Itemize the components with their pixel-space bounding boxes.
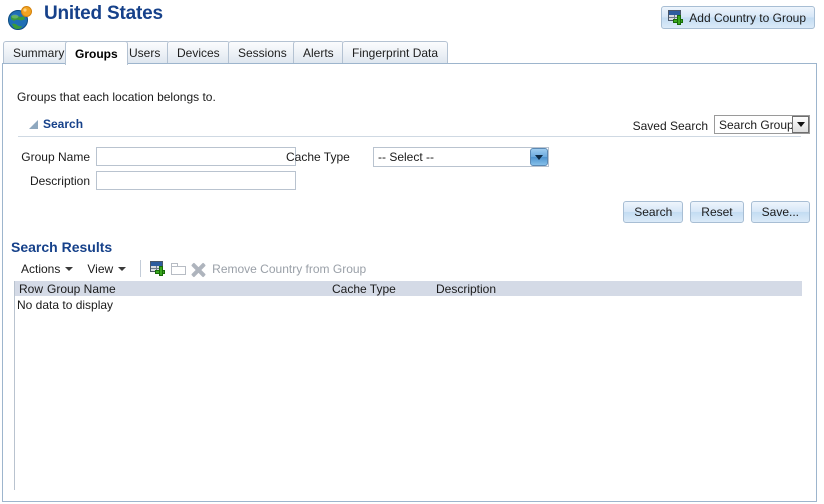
- saved-search-label: Saved Search: [632, 119, 708, 133]
- tab-fingerprint-data-label: Fingerprint Data: [352, 46, 439, 60]
- view-menu[interactable]: View: [80, 259, 133, 279]
- add-country-to-group-toolbar-button[interactable]: [148, 259, 168, 278]
- tab-fingerprint-data[interactable]: Fingerprint Data: [342, 41, 449, 64]
- add-window-plus-icon: [668, 10, 684, 25]
- cache-type-label: Cache Type: [286, 150, 350, 164]
- tab-sessions[interactable]: Sessions: [228, 41, 297, 64]
- actions-menu-label: Actions: [21, 261, 61, 276]
- chevron-down-icon[interactable]: [792, 116, 809, 133]
- empty-message: No data to display: [17, 298, 114, 312]
- description-label: Description: [29, 174, 90, 188]
- search-section-label: Search: [43, 117, 84, 131]
- add-country-to-group-button[interactable]: Add Country to Group: [661, 6, 815, 29]
- chevron-down-icon[interactable]: [530, 148, 548, 166]
- save-button[interactable]: Save...: [750, 201, 810, 223]
- saved-search-value: Search Groups: [719, 117, 792, 132]
- reset-button[interactable]: Reset: [690, 201, 744, 223]
- remove-x-icon: [191, 262, 207, 277]
- tab-alerts[interactable]: Alerts: [293, 41, 344, 64]
- cache-type-select[interactable]: -- Select --: [373, 147, 549, 167]
- column-header-description: Description: [436, 282, 497, 296]
- search-action-buttons: Search Reset Save...: [623, 201, 810, 223]
- remove-country-from-group-button: [188, 259, 208, 278]
- tab-alerts-label: Alerts: [303, 46, 334, 60]
- caret-down-icon: [65, 266, 74, 271]
- saved-search-select[interactable]: Search Groups: [714, 115, 810, 134]
- actions-menu[interactable]: Actions: [14, 259, 80, 279]
- tab-users-label: Users: [129, 46, 161, 60]
- results-table-header: Row Group Name Cache Type Description: [15, 281, 802, 296]
- column-header-row: Row: [19, 282, 44, 296]
- detach-folder-button: [168, 259, 188, 278]
- results-table: Row Group Name Cache Type Description No…: [14, 281, 802, 490]
- tab-summary-label: Summary: [13, 46, 65, 60]
- tab-sessions-label: Sessions: [238, 46, 287, 60]
- column-header-cache-type: Cache Type: [332, 282, 396, 296]
- tab-devices-label: Devices: [177, 46, 220, 60]
- tab-devices[interactable]: Devices: [167, 41, 230, 64]
- application-window: United States Add Country to Group Summa…: [0, 0, 824, 504]
- results-table-body: No data to display: [15, 296, 802, 489]
- add-window-plus-icon: [150, 261, 166, 276]
- search-results-title: Search Results: [11, 239, 113, 255]
- cache-type-value: -- Select --: [378, 150, 435, 164]
- view-menu-label: View: [87, 261, 114, 276]
- folder-icon: [170, 262, 186, 275]
- group-name-input[interactable]: [96, 147, 296, 166]
- column-header-group-name: Group Name: [47, 282, 116, 296]
- tab-groups[interactable]: Groups: [65, 41, 128, 65]
- group-name-label: Group Name: [21, 150, 90, 164]
- tab-groups-label: Groups: [75, 46, 118, 61]
- tab-bar: Summary Groups Users Devices Sessions Al…: [0, 40, 824, 65]
- search-button[interactable]: Search: [623, 201, 684, 223]
- intro-text: Groups that each location belongs to.: [17, 90, 216, 104]
- page-header: United States Add Country to Group: [0, 0, 824, 38]
- results-toolbar: Actions View Remove Country from Group: [14, 258, 802, 279]
- remove-country-from-group-label: Remove Country from Group: [212, 261, 367, 276]
- toolbar-separator: [140, 260, 142, 277]
- description-input[interactable]: [96, 171, 296, 190]
- page-title: United States: [44, 3, 163, 24]
- add-country-to-group-label: Add Country to Group: [689, 10, 806, 25]
- search-section-toggle[interactable]: Search: [29, 117, 83, 131]
- triangle-collapse-icon: [29, 119, 38, 129]
- globe-icon: [8, 6, 32, 30]
- search-divider: [18, 136, 801, 137]
- tab-summary[interactable]: Summary: [3, 41, 75, 64]
- caret-down-icon: [118, 266, 127, 271]
